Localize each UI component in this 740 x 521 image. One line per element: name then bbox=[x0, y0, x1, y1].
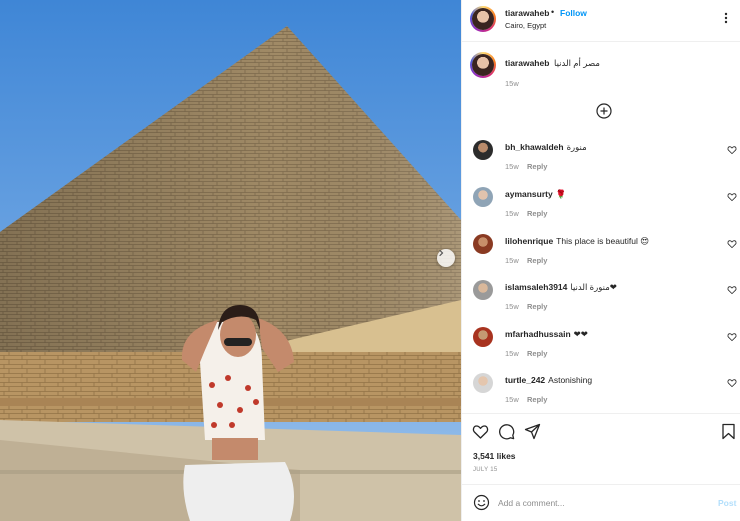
share-icon[interactable] bbox=[524, 423, 541, 440]
more-options-icon[interactable] bbox=[720, 11, 732, 25]
separator-dot: • bbox=[551, 7, 555, 17]
add-comment-bar: Post bbox=[462, 484, 740, 521]
comment-item: aymansurty 🌹 15w Reply bbox=[462, 187, 740, 233]
reply-button[interactable]: Reply bbox=[527, 349, 547, 358]
reply-button[interactable]: Reply bbox=[527, 302, 547, 311]
commenter-avatar[interactable] bbox=[473, 280, 493, 300]
commenter-avatar[interactable] bbox=[473, 234, 493, 254]
caption-timestamp[interactable]: 15w bbox=[505, 79, 519, 88]
comment-item: mfarhadhussain ❤❤ 15w Reply bbox=[462, 327, 740, 373]
comment-item: bh_khawaldeh منورة 15w Reply bbox=[462, 140, 740, 186]
chevron-right-icon bbox=[439, 249, 444, 257]
comment-text: Astonishing bbox=[548, 375, 593, 385]
emoji-icon[interactable] bbox=[473, 494, 490, 511]
post-comment-button[interactable]: Post bbox=[718, 498, 736, 508]
commenter-username[interactable]: aymansurty 🌹 bbox=[505, 189, 566, 200]
comment-input[interactable] bbox=[498, 494, 698, 512]
post-photo[interactable] bbox=[0, 0, 461, 521]
comment-timestamp[interactable]: 15w bbox=[505, 302, 519, 311]
plus-circle-icon[interactable] bbox=[596, 103, 612, 119]
comment-text: 🌹 bbox=[555, 189, 567, 199]
post-actions: 3,541 likes JULY 15 bbox=[462, 413, 740, 483]
heart-icon[interactable] bbox=[727, 332, 737, 342]
caption-username[interactable]: tiarawaheb bbox=[505, 58, 549, 68]
next-photo-button[interactable] bbox=[437, 249, 455, 267]
author-avatar[interactable] bbox=[470, 6, 496, 32]
post-location[interactable]: Cairo, Egypt bbox=[505, 21, 546, 30]
heart-icon[interactable] bbox=[727, 239, 737, 249]
commenter-username[interactable]: islamsaleh3914 منورة الدنيا❤ bbox=[505, 282, 617, 293]
reply-button[interactable]: Reply bbox=[527, 162, 547, 171]
commenter-username[interactable]: bh_khawaldeh منورة bbox=[505, 142, 587, 153]
commenter-avatar[interactable] bbox=[473, 327, 493, 347]
comment-text: منورة bbox=[566, 142, 587, 152]
heart-icon[interactable] bbox=[727, 192, 737, 202]
commenter-avatar[interactable] bbox=[473, 187, 493, 207]
reply-button[interactable]: Reply bbox=[527, 395, 547, 404]
comment-item: islamsaleh3914 منورة الدنيا❤ 15w Reply bbox=[462, 280, 740, 326]
post-panel: tiarawaheb • Follow Cairo, Egypt tiarawa… bbox=[461, 0, 740, 521]
comment-text: منورة الدنيا❤ bbox=[570, 282, 617, 292]
likes-count[interactable]: 3,541 likes bbox=[473, 451, 516, 461]
author-username[interactable]: tiarawaheb bbox=[505, 8, 549, 18]
comment-icon[interactable] bbox=[498, 423, 515, 440]
comment-timestamp[interactable]: 15w bbox=[505, 349, 519, 358]
heart-icon[interactable] bbox=[727, 145, 737, 155]
commenter-avatar[interactable] bbox=[473, 373, 493, 393]
post-header: tiarawaheb • Follow Cairo, Egypt bbox=[462, 0, 740, 42]
caption-text: مصر أم الدنيا bbox=[554, 58, 600, 68]
heart-icon[interactable] bbox=[727, 285, 737, 295]
commenter-avatar[interactable] bbox=[473, 140, 493, 160]
commenter-username[interactable]: mfarhadhussain ❤❤ bbox=[505, 329, 588, 340]
reply-button[interactable]: Reply bbox=[527, 209, 547, 218]
commenter-username[interactable]: turtle_242 Astonishing bbox=[505, 375, 592, 385]
comment-timestamp[interactable]: 15w bbox=[505, 162, 519, 171]
comment-item: lilohenrique This place is beautiful 😍 15… bbox=[462, 234, 740, 280]
comment-timestamp[interactable]: 15w bbox=[505, 256, 519, 265]
bookmark-icon[interactable] bbox=[720, 423, 737, 440]
commenter-username[interactable]: lilohenrique This place is beautiful 😍 bbox=[505, 236, 649, 247]
comment-text: ❤❤ bbox=[573, 329, 588, 339]
follow-button[interactable]: Follow bbox=[560, 8, 587, 18]
post-date[interactable]: JULY 15 bbox=[473, 467, 498, 473]
heart-icon[interactable] bbox=[727, 378, 737, 388]
comment-timestamp[interactable]: 15w bbox=[505, 395, 519, 404]
comment-timestamp[interactable]: 15w bbox=[505, 209, 519, 218]
heart-icon[interactable] bbox=[472, 423, 489, 440]
comment-text: This place is beautiful 😍 bbox=[556, 236, 650, 246]
caption-avatar[interactable] bbox=[470, 52, 496, 78]
photo-illustration bbox=[0, 26, 461, 521]
reply-button[interactable]: Reply bbox=[527, 256, 547, 265]
